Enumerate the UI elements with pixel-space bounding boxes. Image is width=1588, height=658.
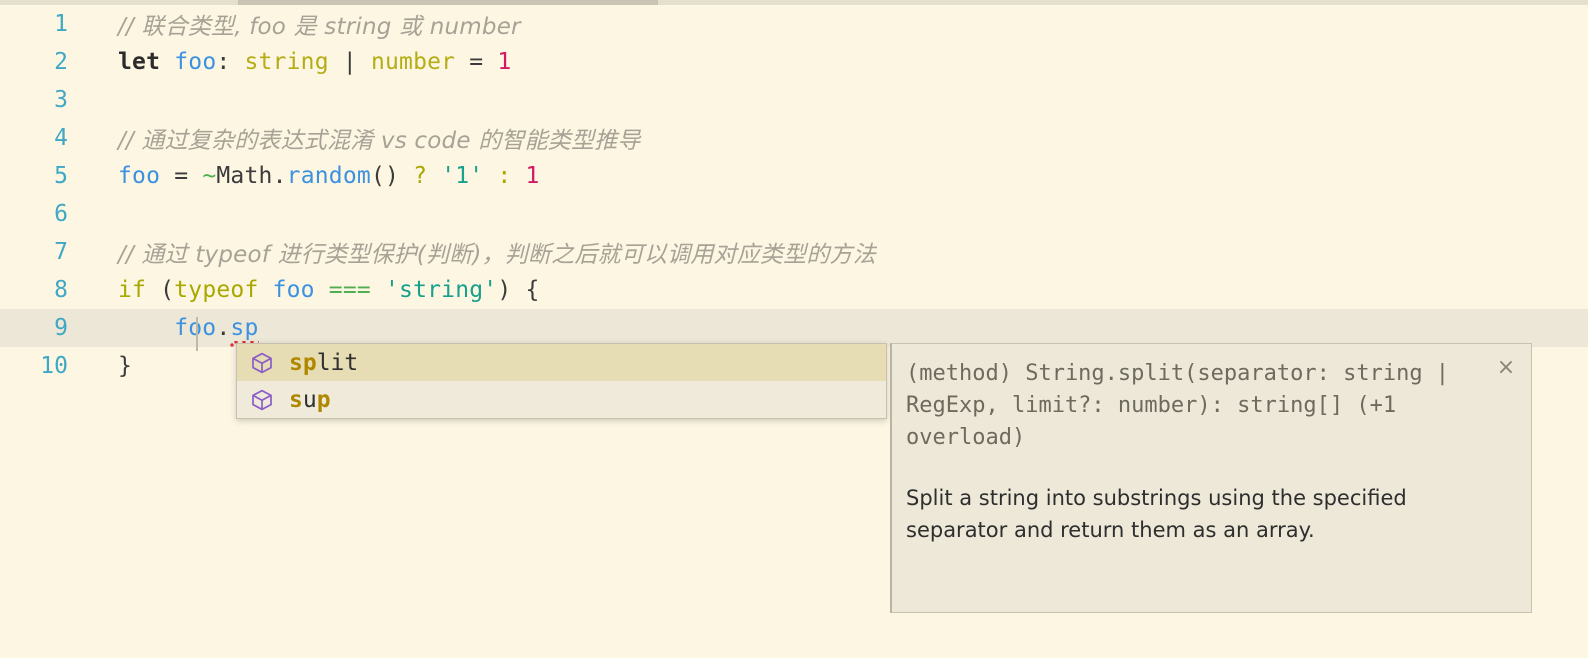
punct-token: ( xyxy=(146,277,175,303)
code-line-content: let foo: string | number = 1 xyxy=(78,49,1588,75)
parens-token: () xyxy=(370,163,400,189)
tilde-token: ~ xyxy=(202,163,217,189)
method-cube-icon xyxy=(249,350,275,376)
line-number: 3 xyxy=(54,87,68,113)
punct-token: : xyxy=(216,49,245,75)
autocomplete-item-label: sup xyxy=(289,387,331,413)
variable-token: foo xyxy=(174,49,217,75)
documentation-tooltip: × (method) String.split(separator: strin… xyxy=(890,343,1532,613)
code-line: 7 // 通过 typeof 进行类型保护(判断)，判断之后就可以调用对应类型的… xyxy=(0,233,1588,271)
autocomplete-item-sup[interactable]: sup xyxy=(237,381,886,418)
autocomplete-item-label: split xyxy=(289,350,358,376)
keyword-token: let xyxy=(118,49,161,75)
assign-token: = xyxy=(160,163,203,189)
brace-token: } xyxy=(118,353,133,379)
matched-chars: s xyxy=(289,386,303,413)
object-token: Math xyxy=(216,163,273,189)
line-number: 10 xyxy=(40,353,68,379)
variable-token: foo xyxy=(258,277,315,303)
line-number: 5 xyxy=(54,163,68,189)
autocomplete-popup[interactable]: split sup xyxy=(236,343,887,419)
union-token: | xyxy=(328,49,371,75)
method-cube-icon xyxy=(249,387,275,413)
code-editor-window: 1 // 联合类型, foo 是 string 或 number 2 let f… xyxy=(0,0,1588,658)
code-line-content: if (typeof foo === 'string') { xyxy=(78,277,1588,303)
number-token: 1 xyxy=(497,49,512,75)
typed-text: sp xyxy=(230,315,259,341)
code-line: 2 let foo: string | number = 1 xyxy=(0,43,1588,81)
string-token: '1' xyxy=(441,163,484,189)
question-token: ? xyxy=(399,163,442,189)
remaining-chars: u xyxy=(302,386,317,413)
type-token: number xyxy=(370,49,456,75)
code-line: 8 if (typeof foo === 'string') { xyxy=(0,271,1588,309)
autocomplete-item-split[interactable]: split xyxy=(237,344,886,381)
code-line-content: // 通过复杂的表达式混淆 vs code 的智能类型推导 xyxy=(78,121,1588,155)
dot-token: . xyxy=(216,315,231,341)
comment-token: // 通过复杂的表达式混淆 vs code 的智能类型推导 xyxy=(118,128,641,154)
colon-token: : xyxy=(483,163,526,189)
code-line-content: // 联合类型, foo 是 string 或 number xyxy=(78,7,1588,41)
matched-chars: p xyxy=(316,386,331,413)
code-line: 5 foo = ~Math.random() ? '1' : 1 xyxy=(0,157,1588,195)
method-token: random xyxy=(286,163,371,189)
method-description: Split a string into substrings using the… xyxy=(906,485,1407,543)
method-signature: (method) String.split(separator: string … xyxy=(906,361,1463,450)
variable-token: foo xyxy=(118,163,161,189)
line-number: 9 xyxy=(54,315,68,341)
dot-token: . xyxy=(272,163,287,189)
error-underlined-text: sp xyxy=(230,315,259,347)
code-line: 4 // 通过复杂的表达式混淆 vs code 的智能类型推导 xyxy=(0,119,1588,157)
number-token: 1 xyxy=(525,163,540,189)
line-number: 6 xyxy=(54,201,68,227)
comment-token: // 通过 typeof 进行类型保护(判断)，判断之后就可以调用对应类型的方法 xyxy=(118,242,876,268)
type-token: string xyxy=(244,49,329,75)
code-line-content: foo = ~Math.random() ? '1' : 1 xyxy=(78,163,1588,189)
code-line: 1 // 联合类型, foo 是 string 或 number xyxy=(0,5,1588,43)
line-number: 7 xyxy=(54,239,68,265)
line-number: 4 xyxy=(54,125,68,151)
typeof-token: typeof xyxy=(174,277,259,303)
comment-token: // 联合类型, foo 是 string 或 number xyxy=(118,14,521,40)
code-line: 6 xyxy=(0,195,1588,233)
indent-guide xyxy=(196,317,198,351)
code-line-content: // 通过 typeof 进行类型保护(判断)，判断之后就可以调用对应类型的方法 xyxy=(78,235,1588,269)
code-line-active: 9 foo.sp xyxy=(0,309,1588,351)
code-line-content: foo.sp xyxy=(78,315,1588,351)
code-line: 3 xyxy=(0,81,1588,119)
remaining-chars: lit xyxy=(316,349,359,376)
punct-token: ) { xyxy=(497,277,540,303)
assign-token: = xyxy=(455,49,498,75)
line-number: 8 xyxy=(54,277,68,303)
close-icon[interactable]: × xyxy=(1493,354,1519,380)
line-number: 1 xyxy=(54,11,68,37)
line-number: 2 xyxy=(54,49,68,75)
matched-chars: sp xyxy=(289,349,317,376)
string-token: 'string' xyxy=(384,277,498,303)
keyword-token: if xyxy=(118,277,147,303)
equality-token: === xyxy=(314,277,385,303)
